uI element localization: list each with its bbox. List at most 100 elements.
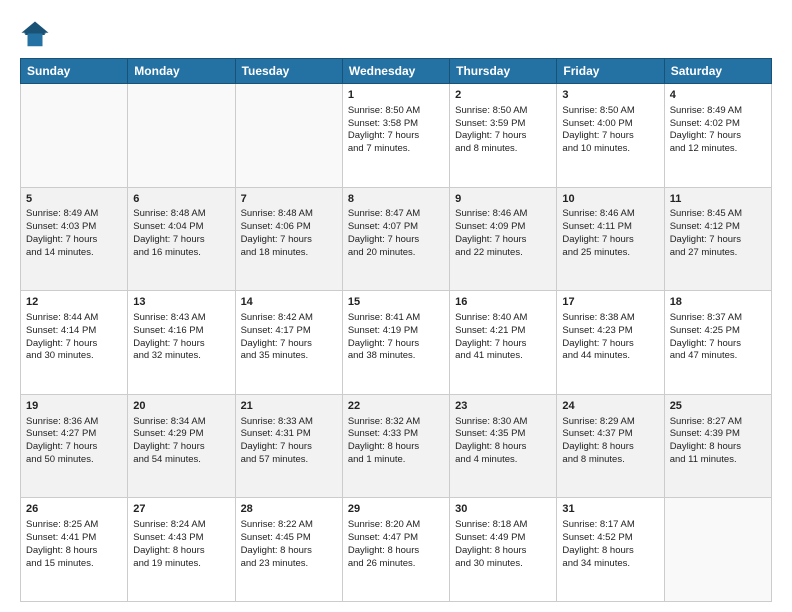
day-info-line: Sunrise: 8:22 AM [241, 519, 337, 532]
calendar-cell [21, 84, 128, 188]
calendar-week-row: 5Sunrise: 8:49 AMSunset: 4:03 PMDaylight… [21, 187, 772, 291]
day-info-line: Sunrise: 8:50 AM [455, 105, 551, 118]
day-info-line: Daylight: 8 hours [348, 545, 444, 558]
day-info-line: Daylight: 7 hours [133, 234, 229, 247]
day-number: 27 [133, 502, 229, 517]
day-info-line: Sunset: 4:23 PM [562, 325, 658, 338]
day-info-line: Sunset: 3:58 PM [348, 118, 444, 131]
calendar-cell: 29 Sunrise: 8:20 AMSunset: 4:47 PMDayligh… [342, 498, 449, 602]
calendar-cell: 6Sunrise: 8:48 AMSunset: 4:04 PMDaylight… [128, 187, 235, 291]
day-info-line: Sunset: 4:14 PM [26, 325, 122, 338]
day-info-line: and 18 minutes. [241, 247, 337, 260]
day-info-line: Sunrise: 8:24 AM [133, 519, 229, 532]
day-info-line: Sunrise: 8:20 AM [348, 519, 444, 532]
day-number: 19 [26, 399, 122, 414]
day-info-line: and 8 minutes. [455, 143, 551, 156]
page: SundayMondayTuesdayWednesdayThursdayFrid… [0, 0, 792, 612]
calendar-cell [664, 498, 771, 602]
day-info-line: Sunset: 4:06 PM [241, 221, 337, 234]
day-number: 17 [562, 295, 658, 310]
day-info-line: Sunset: 4:19 PM [348, 325, 444, 338]
calendar-cell: 16Sunrise: 8:40 AMSunset: 4:21 PMDayligh… [450, 291, 557, 395]
day-number: 11 [670, 192, 766, 207]
day-info-line: Sunset: 4:31 PM [241, 428, 337, 441]
day-info-line: Daylight: 8 hours [455, 441, 551, 454]
day-number: 24 [562, 399, 658, 414]
calendar-cell: 28Sunrise: 8:22 AMSunset: 4:45 PMDayligh… [235, 498, 342, 602]
day-number: 26 [26, 502, 122, 517]
day-info-line: Daylight: 7 hours [348, 234, 444, 247]
day-info-line: Sunset: 4:07 PM [348, 221, 444, 234]
day-info-line: Daylight: 7 hours [455, 338, 551, 351]
weekday-header-monday: Monday [128, 59, 235, 84]
day-info-line: and 30 minutes. [455, 558, 551, 571]
day-info-line: Sunset: 4:04 PM [133, 221, 229, 234]
day-number: 13 [133, 295, 229, 310]
day-number: 5 [26, 192, 122, 207]
day-info-line: and 8 minutes. [562, 454, 658, 467]
day-info-line: and 16 minutes. [133, 247, 229, 260]
day-info-line: Sunset: 4:49 PM [455, 532, 551, 545]
day-info-line: Daylight: 8 hours [455, 545, 551, 558]
weekday-header-wednesday: Wednesday [342, 59, 449, 84]
day-number: 30 [455, 502, 551, 517]
day-info-line: Sunset: 4:09 PM [455, 221, 551, 234]
day-info-line: and 50 minutes. [26, 454, 122, 467]
day-info-line: Daylight: 8 hours [670, 441, 766, 454]
day-info-line: Daylight: 7 hours [133, 441, 229, 454]
day-info-line: Sunset: 4:47 PM [348, 532, 444, 545]
day-info-line: Daylight: 7 hours [562, 234, 658, 247]
day-info-line: and 38 minutes. [348, 350, 444, 363]
day-info-line: and 30 minutes. [26, 350, 122, 363]
day-info-line: Daylight: 7 hours [133, 338, 229, 351]
calendar-cell: 31Sunrise: 8:17 AMSunset: 4:52 PMDayligh… [557, 498, 664, 602]
day-info-line: Daylight: 8 hours [26, 545, 122, 558]
day-number: 25 [670, 399, 766, 414]
day-info-line: Sunset: 4:27 PM [26, 428, 122, 441]
day-number: 4 [670, 88, 766, 103]
day-number: 3 [562, 88, 658, 103]
day-info-line: Sunrise: 8:45 AM [670, 208, 766, 221]
day-info-line: Sunrise: 8:32 AM [348, 416, 444, 429]
weekday-header-tuesday: Tuesday [235, 59, 342, 84]
day-info-line: Sunrise: 8:37 AM [670, 312, 766, 325]
day-info-line: and 14 minutes. [26, 247, 122, 260]
day-info-line: and 19 minutes. [133, 558, 229, 571]
day-number: 20 [133, 399, 229, 414]
day-info-line: Daylight: 7 hours [26, 234, 122, 247]
day-info-line: Sunrise: 8:49 AM [670, 105, 766, 118]
calendar-cell: 5Sunrise: 8:49 AMSunset: 4:03 PMDaylight… [21, 187, 128, 291]
day-number: 21 [241, 399, 337, 414]
calendar-cell: 25Sunrise: 8:27 AMSunset: 4:39 PMDayligh… [664, 394, 771, 498]
day-info-line: Sunset: 4:17 PM [241, 325, 337, 338]
day-info-line: and 57 minutes. [241, 454, 337, 467]
day-info-line: Sunrise: 8:50 AM [348, 105, 444, 118]
day-number: 29 [348, 502, 444, 517]
day-number: 9 [455, 192, 551, 207]
day-info-line: Sunrise: 8:34 AM [133, 416, 229, 429]
day-number: 12 [26, 295, 122, 310]
day-info-line: Daylight: 8 hours [241, 545, 337, 558]
day-info-line: Sunrise: 8:40 AM [455, 312, 551, 325]
day-info-line: Daylight: 7 hours [670, 130, 766, 143]
day-info-line: Daylight: 8 hours [133, 545, 229, 558]
calendar-week-row: 26Sunrise: 8:25 AMSunset: 4:41 PMDayligh… [21, 498, 772, 602]
day-info-line: Daylight: 7 hours [670, 338, 766, 351]
calendar-table: SundayMondayTuesdayWednesdayThursdayFrid… [20, 58, 772, 602]
day-info-line: Sunset: 4:45 PM [241, 532, 337, 545]
calendar-cell: 8Sunrise: 8:47 AMSunset: 4:07 PMDaylight… [342, 187, 449, 291]
day-number: 31 [562, 502, 658, 517]
day-number: 14 [241, 295, 337, 310]
day-info-line: Daylight: 8 hours [562, 545, 658, 558]
calendar-cell: 27Sunrise: 8:24 AMSunset: 4:43 PMDayligh… [128, 498, 235, 602]
day-info-line: Sunrise: 8:46 AM [562, 208, 658, 221]
day-info-line: Sunrise: 8:38 AM [562, 312, 658, 325]
day-info-line: Sunset: 4:16 PM [133, 325, 229, 338]
day-info-line: Daylight: 7 hours [241, 441, 337, 454]
logo-icon [20, 20, 50, 50]
day-number: 2 [455, 88, 551, 103]
day-info-line: Sunset: 4:41 PM [26, 532, 122, 545]
day-info-line: Sunrise: 8:27 AM [670, 416, 766, 429]
day-info-line: Sunrise: 8:49 AM [26, 208, 122, 221]
calendar-cell: 20Sunrise: 8:34 AMSunset: 4:29 PMDayligh… [128, 394, 235, 498]
